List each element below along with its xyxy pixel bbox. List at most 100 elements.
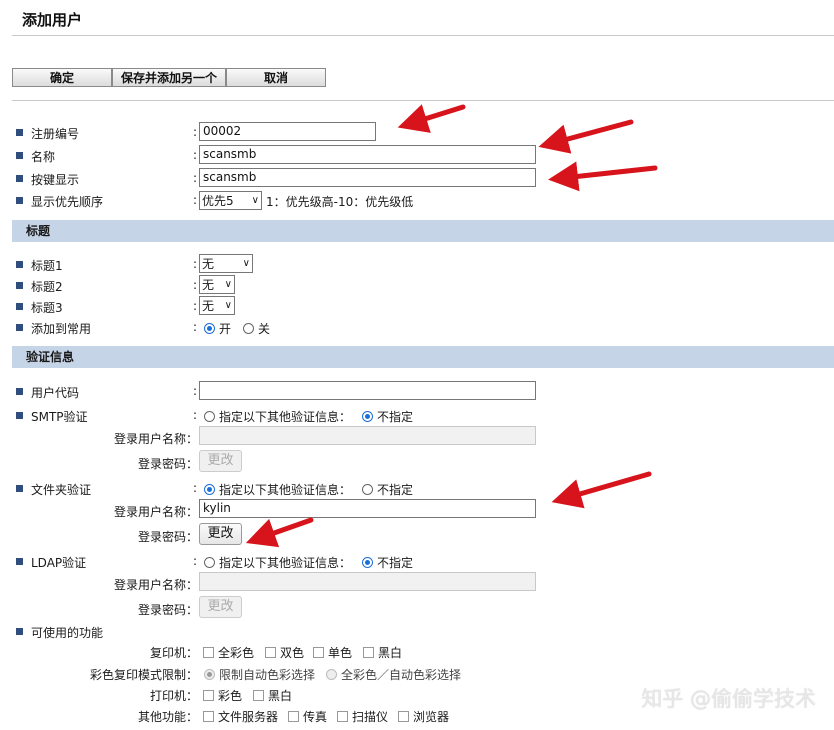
save-and-add-button[interactable]: 保存并添加另一个: [112, 68, 226, 87]
ldap-login-user-input[interactable]: [199, 572, 536, 591]
ldap-not-specify-radio[interactable]: 不指定: [362, 554, 413, 571]
ldap-auth-label: LDAP验证: [31, 556, 87, 570]
checkbox-icon[interactable]: [265, 647, 276, 658]
smtp-not-specify-radio[interactable]: 不指定: [362, 408, 413, 425]
ldap-login-pw-label: 登录密码：: [137, 603, 198, 617]
arrow-icon: [538, 119, 634, 154]
title1-select[interactable]: 无 ∨: [199, 254, 253, 273]
key-display-label: 按键显示: [31, 173, 80, 187]
printer-option[interactable]: 彩色: [203, 687, 242, 704]
arrow-icon: [397, 104, 466, 133]
color-copy-limit-option[interactable]: 限制自动色彩选择: [204, 666, 315, 683]
folder-login-user-input[interactable]: kylin: [199, 499, 536, 518]
ok-button[interactable]: 确定: [12, 68, 112, 87]
watermark-text: 知乎 @偷偷学技术: [641, 687, 816, 711]
title3-label: 标题3: [31, 301, 63, 315]
name-input[interactable]: scansmb: [199, 145, 536, 164]
priority-hint: 1：优先级高-10：优先级低: [266, 195, 414, 209]
bullet-icon: [16, 412, 23, 419]
key-display-input[interactable]: scansmb: [199, 168, 536, 187]
checkbox-icon[interactable]: [288, 711, 299, 722]
radio-on-icon[interactable]: [204, 323, 215, 334]
checkbox-icon[interactable]: [398, 711, 409, 722]
reg-no-input[interactable]: 00002: [199, 122, 376, 141]
add-common-off-radio[interactable]: 关: [243, 320, 270, 337]
folder-change-button[interactable]: 更改: [199, 523, 242, 545]
copier-option[interactable]: 全彩色: [203, 644, 254, 661]
title-section-header: 标题: [12, 220, 834, 242]
color-copy-limit-label: 彩色复印模式限制：: [89, 668, 198, 682]
ldap-specify-radio[interactable]: 指定以下其他验证信息：: [204, 554, 351, 571]
checkbox-icon[interactable]: [203, 647, 214, 658]
add-common-on-radio[interactable]: 开: [204, 320, 231, 337]
checkbox-icon[interactable]: [337, 711, 348, 722]
arrow-icon: [245, 517, 314, 548]
folder-not-specify-radio[interactable]: 不指定: [362, 481, 413, 498]
bullet-icon: [16, 388, 23, 395]
smtp-login-user-input[interactable]: [199, 426, 536, 445]
checkbox-icon[interactable]: [203, 690, 214, 701]
color-copy-limit-option[interactable]: 全彩色／自动色彩选择: [326, 666, 461, 683]
chevron-down-icon: ∨: [242, 258, 250, 269]
title1-label: 标题1: [31, 259, 63, 273]
title2-label: 标题2: [31, 280, 63, 294]
copier-option[interactable]: 单色: [313, 644, 352, 661]
radio-off-icon[interactable]: [204, 411, 215, 422]
bullet-icon: [16, 628, 23, 635]
other-option[interactable]: 传真: [288, 708, 327, 725]
ldap-login-user-label: 登录用户名称：: [113, 578, 198, 592]
cancel-button[interactable]: 取消: [226, 68, 326, 87]
copier-option[interactable]: 双色: [265, 644, 304, 661]
radio-on-icon[interactable]: [204, 669, 215, 680]
smtp-login-user-label: 登录用户名称：: [113, 432, 198, 446]
title2-select[interactable]: 无 ∨: [199, 275, 235, 294]
chevron-down-icon: ∨: [251, 195, 259, 206]
other-option[interactable]: 文件服务器: [203, 708, 278, 725]
copier-option[interactable]: 黑白: [363, 644, 402, 661]
bullet-icon: [16, 261, 23, 268]
priority-select[interactable]: 优先5 ∨: [199, 191, 262, 210]
arrow-icon: [548, 161, 658, 192]
checkbox-icon[interactable]: [253, 690, 264, 701]
toolbar-divider: [12, 100, 834, 101]
printer-option[interactable]: 黑白: [253, 687, 292, 704]
arrow-icon: [551, 471, 652, 509]
radio-on-icon[interactable]: [204, 484, 215, 495]
user-code-input[interactable]: [199, 381, 536, 400]
radio-on-icon[interactable]: [362, 557, 373, 568]
radio-off-icon[interactable]: [362, 484, 373, 495]
folder-auth-label: 文件夹验证: [31, 483, 92, 497]
bullet-icon: [16, 485, 23, 492]
radio-off-icon[interactable]: [243, 323, 254, 334]
checkbox-icon[interactable]: [203, 711, 214, 722]
bullet-icon: [16, 129, 23, 136]
user-code-label: 用户代码: [31, 386, 80, 400]
radio-off-icon[interactable]: [204, 557, 215, 568]
checkbox-icon[interactable]: [363, 647, 374, 658]
title-divider: [12, 35, 834, 36]
title3-select[interactable]: 无 ∨: [199, 296, 235, 315]
checkbox-icon[interactable]: [313, 647, 324, 658]
bullet-icon: [16, 152, 23, 159]
other-functions-label: 其他功能：: [137, 710, 198, 724]
add-common-label: 添加到常用: [31, 322, 92, 336]
other-option[interactable]: 扫描仪: [337, 708, 388, 725]
smtp-login-pw-label: 登录密码：: [137, 457, 198, 471]
radio-off-icon[interactable]: [326, 669, 337, 680]
smtp-auth-label: SMTP验证: [31, 410, 88, 424]
name-label: 名称: [31, 150, 56, 164]
radio-on-icon[interactable]: [362, 411, 373, 422]
toolbar: 确定 保存并添加另一个 取消: [12, 68, 326, 88]
bullet-icon: [16, 558, 23, 565]
priority-label: 显示优先顺序: [31, 195, 104, 209]
smtp-change-button[interactable]: 更改: [199, 450, 242, 472]
ldap-change-button[interactable]: 更改: [199, 596, 242, 618]
copier-label: 复印机：: [149, 646, 198, 660]
other-option[interactable]: 浏览器: [398, 708, 449, 725]
bullet-icon: [16, 282, 23, 289]
smtp-specify-radio[interactable]: 指定以下其他验证信息：: [204, 408, 351, 425]
folder-login-pw-label: 登录密码：: [137, 530, 198, 544]
folder-specify-radio[interactable]: 指定以下其他验证信息：: [204, 481, 351, 498]
chevron-down-icon: ∨: [224, 279, 232, 290]
bullet-icon: [16, 303, 23, 310]
